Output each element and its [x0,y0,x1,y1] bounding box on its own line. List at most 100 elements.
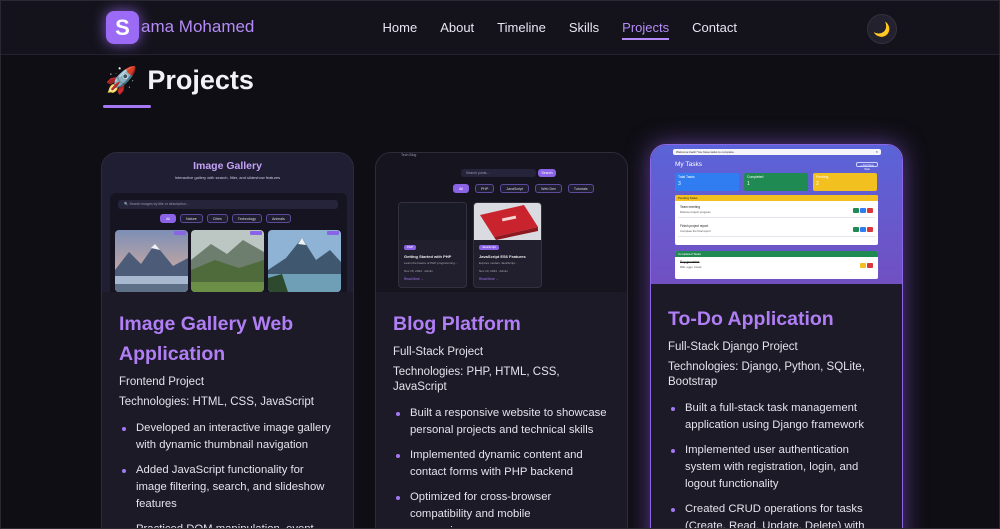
task-detail: Discuss project progress [680,210,711,214]
preview-completed-list: Completed Tasks Buy groceries Milk, eggs… [675,251,878,279]
card-title: To-Do Application [668,308,834,330]
project-card-image-gallery[interactable]: Image Gallery Interactive gallery with s… [101,152,354,528]
theme-toggle-button[interactable]: 🌙 [867,14,897,44]
bullet-item: Optimized for cross-browser compatibilit… [393,489,610,528]
preview-title: Image Gallery [193,160,262,172]
logo-badge[interactable]: S [106,11,139,44]
preview-subtitle: Interactive gallery with search, filter,… [174,175,281,180]
preview-completed-header: Completed Tasks [675,251,878,257]
card-technologies: Technologies: HTML, CSS, JavaScript [119,396,314,408]
section-title: Projects [147,65,254,95]
preview-post-meta: Nov 15, 2024 · Admin [404,269,433,273]
bullet-item: Developed an interactive image gallery w… [119,420,336,454]
card-bullets: Developed an interactive image gallery w… [119,420,336,528]
projects-heading: 🚀 Projects [105,65,254,96]
logo-name[interactable]: ama Mohamed [141,17,254,37]
preview-post-excerpt: Learn the basics of PHP programming... [404,261,458,265]
bullet-item: Implemented dynamic content and contact … [393,447,610,481]
preview-filter: Cities [206,214,228,223]
preview-post-category: PHP [404,245,417,250]
preview-thumb-green-valley [191,230,264,292]
preview-panel: 🔍 Search images by title or description.… [110,193,347,292]
preview-topbar: Welcome back! You have tasks to complete… [673,149,881,155]
task-title: Buy groceries [680,260,700,264]
preview-thumb-mountain-lake [115,230,188,292]
card-technologies: Technologies: Django, Python, SQLite, Bo… [668,361,865,388]
preview-post-image [474,203,541,240]
preview-post-readmore: Read More → [479,277,499,281]
moon-icon: 🌙 [873,20,891,37]
preview-filter: JavaScript [500,184,530,193]
preview-filter: Web Dev [535,184,562,193]
preview-filter: All [160,214,176,223]
card-bullets: Built a responsive website to showcase p… [393,405,610,528]
search-icon: 🔍 [124,202,129,206]
preview-post-excerpt: Explore modern JavaScript... [479,261,518,265]
preview-stat-total: Total Tasks 3 [675,173,739,191]
task-detail: Milk, eggs, bread [680,265,702,269]
preview-post-image [399,203,466,240]
preview-search-placeholder: Search images by title or description... [129,202,189,206]
nav-about[interactable]: About [440,20,474,35]
preview-search-button: Search [538,169,556,177]
preview-task-item: Buy groceries Milk, eggs, bread [678,259,875,273]
stat-value: 3 [678,181,681,187]
app-frame: S ama Mohamed Home About Timeline Skills… [0,0,1000,529]
project-preview-image: Welcome back! You have tasks to complete… [651,145,902,284]
card-technologies: Technologies: PHP, HTML, CSS, JavaScript [393,366,560,393]
stat-value: 2 [816,181,819,187]
preview-filter: Tutorials [567,184,594,193]
project-card-todo-app[interactable]: Welcome back! You have tasks to complete… [650,144,903,528]
card-body: Blog Platform Full-Stack Project Technol… [376,292,627,528]
preview-heading: My Tasks [675,161,702,168]
title-underline [103,105,151,108]
nav-skills[interactable]: Skills [569,20,599,35]
preview-thumb-alpine-lake [268,230,341,292]
rocket-icon: 🚀 [105,65,138,95]
task-title: Finish project report [680,224,709,228]
card-bullets: Built a full-stack task management appli… [668,400,885,528]
bullet-item: Practiced DOM manipulation, event [119,521,336,528]
nav-projects[interactable]: Projects [622,20,669,40]
preview-post-readmore: Read More → [404,277,424,281]
preview-filters: All PHP JavaScript Web Dev Tutorials [453,184,594,193]
preview-filter: Animals [265,214,291,223]
bullet-item: Built a full-stack task management appli… [668,400,885,434]
preview-add-button: + Add New Task [856,162,878,171]
project-preview-image: Image Gallery Interactive gallery with s… [102,153,353,292]
preview-stat-pending: Pending 2 [813,173,877,191]
preview-post-category: JavaScript [479,245,500,250]
card-subtitle: Frontend Project [119,376,205,388]
task-detail: Complete the final report [680,229,711,233]
project-preview-image: Tech Blog Search posts... Search All PHP… [376,153,627,292]
preview-post-card: PHP Getting Started with PHP Learn the b… [398,202,467,288]
card-body: Image Gallery Web Application Frontend P… [102,292,353,528]
preview-filter: PHP [475,184,495,193]
card-title: Blog Platform [393,313,521,335]
preview-filter: All [453,184,469,193]
bullet-item: Implemented user authentication system w… [668,442,885,493]
bullet-item: Added JavaScript functionality for image… [119,462,336,513]
site-header: S ama Mohamed Home About Timeline Skills… [1,1,999,55]
project-card-blog-platform[interactable]: Tech Blog Search posts... Search All PHP… [375,152,628,528]
preview-filters: All Nature Cities Technology Animals [160,214,291,223]
nav-contact[interactable]: Contact [692,20,737,35]
nav-home[interactable]: Home [383,20,418,35]
stat-label: Total Tasks [678,175,695,179]
preview-task-item: Team meeting Discuss project progress [678,204,875,218]
nav-timeline[interactable]: Timeline [497,20,546,35]
preview-post-title: JavaScript ES6 Features [479,254,526,259]
preview-post-title: Getting Started with PHP [404,254,452,259]
preview-post-card: JavaScript JavaScript ES6 Features Explo… [473,202,542,288]
preview-search: 🔍 Search images by title or description.… [118,200,338,209]
preview-pending-list: Pending Tasks Team meeting Discuss proje… [675,195,878,245]
stat-label: Completed [747,175,764,179]
card-subtitle: Full-Stack Project [393,346,484,358]
bullet-item: Built a responsive website to showcase p… [393,405,610,439]
preview-filter: Nature [180,214,203,223]
preview-search: Search posts... [461,169,536,177]
card-subtitle: Full-Stack Django Project [668,341,798,353]
preview-filter: Technology [231,214,262,223]
preview-stat-completed: Completed 1 [744,173,808,191]
task-title: Team meeting [680,205,701,209]
